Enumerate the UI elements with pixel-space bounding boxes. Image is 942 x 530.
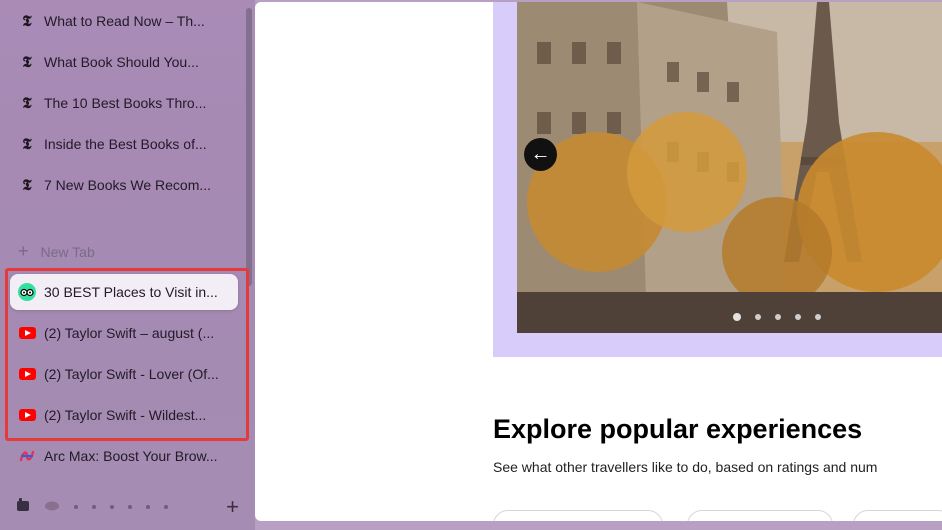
space-switcher: +: [0, 492, 255, 522]
carousel-dots: [733, 313, 835, 321]
tab-label: (2) Taylor Swift - Lover (Of...: [44, 366, 219, 382]
tab-label: Inside the Best Books of...: [44, 136, 207, 152]
nyt-icon: 𝕿: [22, 135, 32, 153]
space-dot[interactable]: [74, 505, 78, 509]
new-tab-label: New Tab: [40, 243, 95, 260]
space-dot[interactable]: [110, 505, 114, 509]
sidebar: 𝕿 What to Read Now – Th... 𝕿 What Book S…: [0, 0, 255, 530]
filter-pill[interactable]: [853, 510, 942, 521]
carousel-dot[interactable]: [755, 314, 761, 320]
tab-youtube-2[interactable]: (2) Taylor Swift - Lover (Of...: [10, 356, 238, 392]
carousel-dot[interactable]: [775, 314, 781, 320]
tab-arc-max[interactable]: Arc Max: Boost Your Brow...: [10, 438, 238, 474]
tab-nyt-4[interactable]: 𝕿 Inside the Best Books of...: [10, 126, 238, 162]
filter-pill[interactable]: [687, 510, 833, 521]
tab-nyt-2[interactable]: 𝕿 What Book Should You...: [10, 44, 238, 80]
tab-nyt-5[interactable]: 𝕿 7 New Books We Recom...: [10, 167, 238, 203]
tab-nyt-1[interactable]: 𝕿 What to Read Now – Th...: [10, 3, 238, 39]
add-space-button[interactable]: +: [226, 494, 239, 520]
tab-label: (2) Taylor Swift – august (...: [44, 325, 215, 341]
carousel-dot[interactable]: [815, 314, 821, 320]
plus-icon: +: [18, 241, 29, 261]
tab-nyt-3[interactable]: 𝕿 The 10 Best Books Thro...: [10, 85, 238, 121]
space-icon[interactable]: [44, 498, 60, 516]
filter-pill[interactable]: [493, 510, 663, 521]
youtube-icon: [18, 365, 36, 383]
space-dot[interactable]: [92, 505, 96, 509]
tab-tripadvisor[interactable]: 30 BEST Places to Visit in...: [10, 274, 238, 310]
space-dot[interactable]: [128, 505, 132, 509]
tab-label: 30 BEST Places to Visit in...: [44, 284, 218, 300]
tab-label: What Book Should You...: [44, 54, 199, 70]
archive-icon[interactable]: [16, 497, 30, 517]
tab-label: (2) Taylor Swift - Wildest...: [44, 407, 207, 423]
tab-label: What to Read Now – Th...: [44, 13, 205, 29]
nyt-icon: 𝕿: [22, 53, 32, 71]
carousel-dot[interactable]: [733, 313, 741, 321]
youtube-icon: [18, 324, 36, 342]
tab-label: Arc Max: Boost Your Brow...: [44, 448, 218, 464]
space-dot[interactable]: [146, 505, 150, 509]
tab-label: The 10 Best Books Thro...: [44, 95, 207, 111]
new-tab-button[interactable]: + New Tab: [18, 241, 95, 262]
sidebar-scrollbar[interactable]: [246, 8, 252, 286]
tripadvisor-icon: [18, 283, 36, 301]
arc-icon: [18, 447, 36, 465]
tab-youtube-3[interactable]: (2) Taylor Swift - Wildest...: [10, 397, 238, 433]
section-subtitle: See what other travellers like to do, ba…: [493, 459, 878, 475]
space-dot[interactable]: [164, 505, 168, 509]
hero-photo: [517, 2, 942, 333]
carousel-prev-button[interactable]: ←: [524, 138, 557, 171]
carousel-dot[interactable]: [795, 314, 801, 320]
nyt-icon: 𝕿: [22, 12, 32, 30]
nyt-icon: 𝕿: [22, 176, 32, 194]
nyt-icon: 𝕿: [22, 94, 32, 112]
tab-youtube-1[interactable]: (2) Taylor Swift – august (...: [10, 315, 238, 351]
tab-label: 7 New Books We Recom...: [44, 177, 212, 193]
youtube-icon: [18, 406, 36, 424]
section-title: Explore popular experiences: [493, 414, 863, 444]
web-content: ← Explore popular experiences See what o…: [255, 2, 942, 521]
